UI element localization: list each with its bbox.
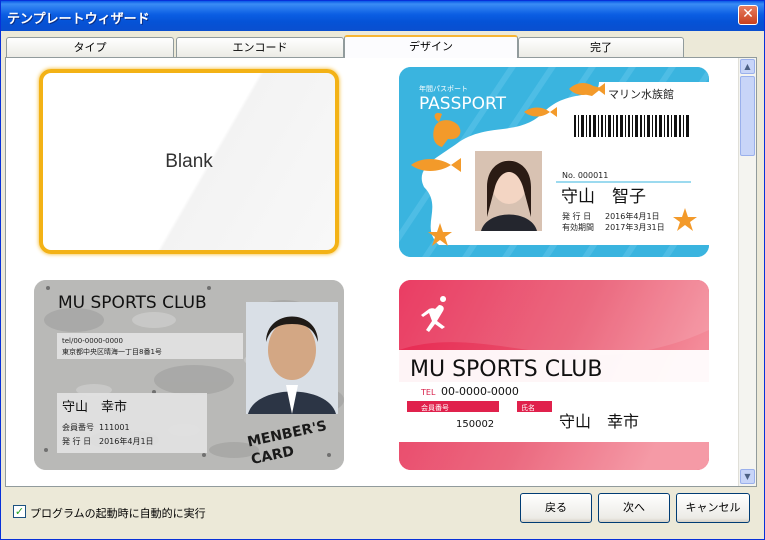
sports-card-1-art: MU SPORTS CLUB tel/00-0000-0000 東京都中央区晴海…	[34, 280, 344, 470]
passport-expiry-date: 2017年3月31日	[605, 222, 665, 232]
passport-subtitle: 年間パスポート	[419, 84, 468, 93]
sports1-member-no: 111001	[99, 423, 130, 432]
back-button[interactable]: 戻る	[520, 493, 592, 523]
tab-finish[interactable]: 完了	[518, 37, 684, 57]
sports-card-2-art: MU SPORTS CLUB TEL 00-0000-0000 会員番号 氏名 …	[399, 280, 709, 470]
template-blank[interactable]: Blank	[39, 69, 339, 254]
footer-bar: ✓ プログラムの起動時に自動的に実行 戻る 次へ キャンセル	[1, 488, 764, 539]
sports1-member-no-label: 会員番号	[62, 422, 94, 432]
close-button[interactable]: ✕	[738, 5, 758, 25]
template-passport[interactable]: 年間パスポート PASSPORT マリン水族館 No. 000011 守山 智子…	[399, 67, 709, 257]
autostart-label[interactable]: プログラムの起動時に自動的に実行	[30, 505, 206, 521]
template-sports-club-concrete[interactable]: MU SPORTS CLUB tel/00-0000-0000 東京都中央区晴海…	[34, 280, 344, 470]
sports2-member-no-label: 会員番号	[421, 403, 449, 412]
autostart-checkbox[interactable]: ✓	[13, 505, 26, 518]
passport-expiry-label: 有効期間	[562, 222, 594, 232]
sports1-tel: tel/00-0000-0000	[62, 337, 123, 345]
template-wizard-window: テンプレートウィザード ✕ タイプ エンコード デザイン 完了 Blank 年間…	[0, 0, 765, 540]
sports2-name: 守山 幸市	[559, 412, 639, 431]
next-button[interactable]: 次へ	[598, 493, 670, 523]
title-bar: テンプレートウィザード ✕	[1, 1, 764, 31]
passport-card-art: 年間パスポート PASSPORT マリン水族館 No. 000011 守山 智子…	[399, 67, 709, 257]
sports2-tel-label: TEL	[420, 388, 436, 397]
scrollbar-thumb[interactable]	[740, 76, 755, 156]
cancel-button[interactable]: キャンセル	[676, 493, 750, 523]
sports1-club-name: MU SPORTS CLUB	[58, 293, 207, 313]
scroll-down-button[interactable]: ▼	[740, 469, 755, 484]
sports1-name: 守山 幸市	[62, 399, 127, 415]
passport-title: PASSPORT	[419, 94, 507, 114]
sports2-name-label: 氏名	[521, 403, 535, 412]
design-panel: Blank 年間パスポート PASSPORT マリン水族館 No. 000011…	[5, 57, 757, 487]
passport-issue-label: 発 行 日	[562, 211, 591, 221]
tab-type[interactable]: タイプ	[6, 37, 174, 57]
wizard-tabs: タイプ エンコード デザイン 完了	[6, 35, 746, 58]
scroll-up-button[interactable]: ▲	[740, 59, 755, 74]
passport-number: No. 000011	[562, 171, 608, 180]
sports2-member-no: 150002	[456, 419, 494, 430]
template-sports-club-red[interactable]: MU SPORTS CLUB TEL 00-0000-0000 会員番号 氏名 …	[399, 280, 709, 470]
blank-label: Blank	[165, 151, 213, 172]
sports1-issue-label: 発 行 日	[62, 436, 91, 446]
sports1-issue-date: 2016年4月1日	[99, 436, 154, 446]
passport-issue-date: 2016年4月1日	[605, 211, 660, 221]
vertical-scrollbar[interactable]: ▲ ▼	[738, 58, 756, 486]
sports2-club-name: MU SPORTS CLUB	[410, 357, 602, 382]
window-title: テンプレートウィザード	[7, 12, 150, 27]
sports2-tel: 00-0000-0000	[441, 385, 519, 398]
passport-name: 守山 智子	[561, 187, 646, 207]
passport-venue: マリン水族館	[608, 87, 674, 101]
tab-encode[interactable]: エンコード	[176, 37, 344, 57]
sports1-address: 東京都中央区晴海一丁目8番1号	[62, 347, 162, 356]
tab-design[interactable]: デザイン	[344, 35, 518, 58]
